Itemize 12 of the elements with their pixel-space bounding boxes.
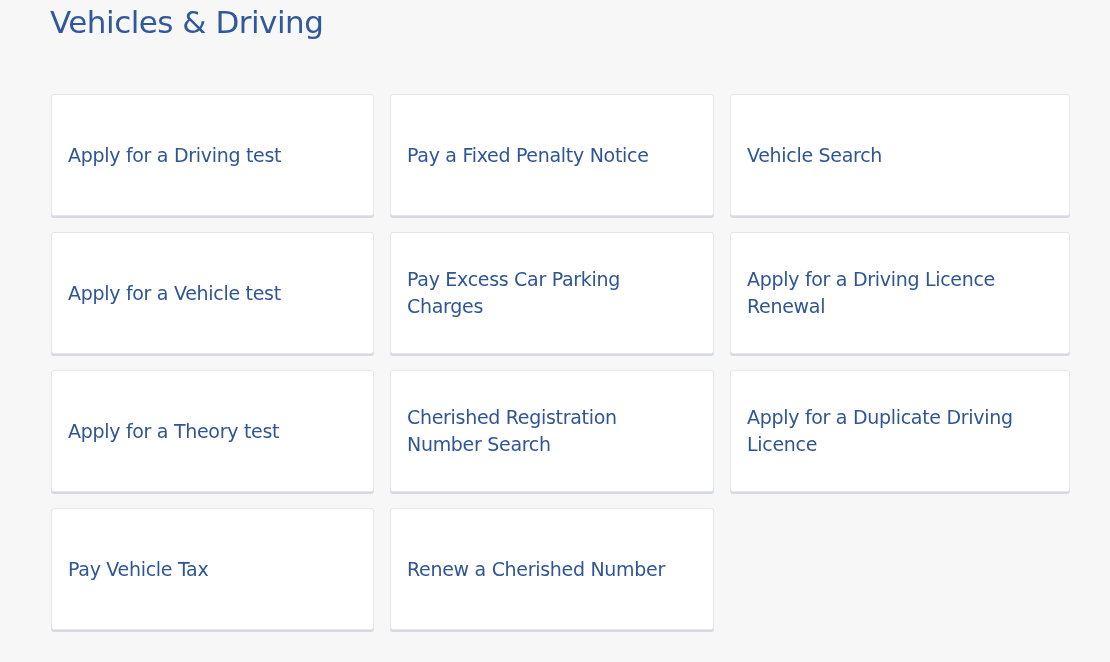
- service-link[interactable]: Apply for a Driving test: [51, 94, 374, 216]
- service-link[interactable]: Renew a Cherished Number: [390, 508, 714, 630]
- service-link[interactable]: Vehicle Search: [730, 94, 1070, 216]
- service-link[interactable]: Cherished Registration Number Search: [390, 370, 714, 492]
- page-title: Vehicles & Driving: [50, 4, 324, 40]
- service-link[interactable]: Apply for a Driving Licence Renewal: [730, 232, 1070, 354]
- service-link[interactable]: Apply for a Vehicle test: [51, 232, 374, 354]
- service-link[interactable]: Apply for a Duplicate Driving Licence: [730, 370, 1070, 492]
- service-link[interactable]: Apply for a Theory test: [51, 370, 374, 492]
- service-link[interactable]: Pay Vehicle Tax: [51, 508, 374, 630]
- service-link[interactable]: Pay Excess Car Parking Charges: [390, 232, 714, 354]
- service-link[interactable]: Pay a Fixed Penalty Notice: [390, 94, 714, 216]
